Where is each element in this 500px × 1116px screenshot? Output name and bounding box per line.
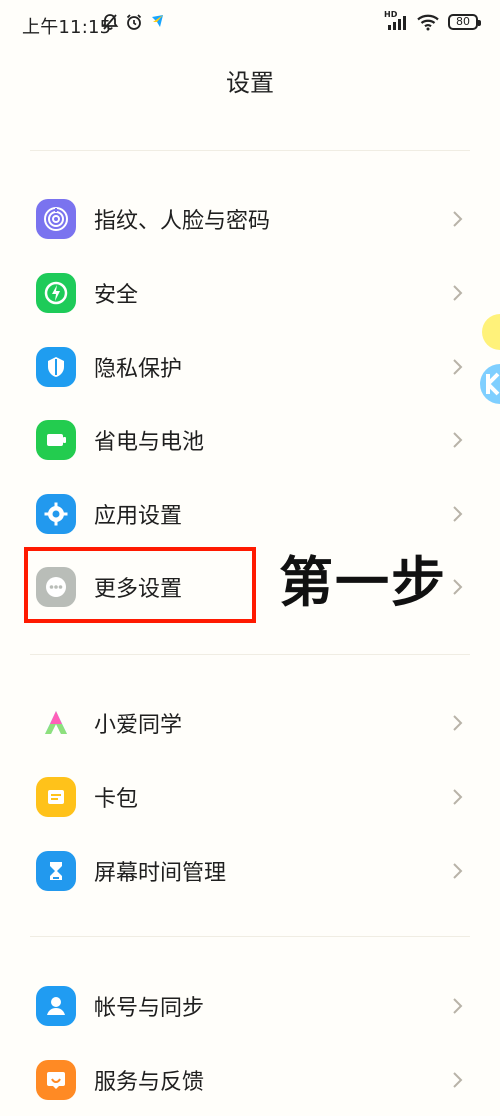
section-divider: [30, 654, 470, 655]
wifi-icon: [417, 14, 439, 31]
chevron-right-icon: [453, 285, 463, 301]
settings-item-account-sync[interactable]: 帐号与同步: [0, 970, 500, 1042]
chevron-right-icon: [453, 863, 463, 879]
status-bar: 上午11:15 HD 80: [0, 0, 500, 50]
card-wallet-icon: [36, 777, 76, 817]
chevron-right-icon: [453, 998, 463, 1014]
app-notification-icon: [152, 15, 163, 27]
chevron-right-icon: [453, 715, 463, 731]
settings-item-service-feedback[interactable]: 服务与反馈: [0, 1044, 500, 1116]
floating-side-widget[interactable]: [480, 312, 500, 408]
settings-item-card-wallet[interactable]: 卡包: [0, 761, 500, 833]
page-title: 设置: [226, 69, 274, 97]
settings-item-xiaoai[interactable]: 小爱同学: [0, 687, 500, 759]
settings-item-label: 应用设置: [94, 504, 183, 529]
chevron-right-icon: [453, 579, 463, 595]
alarm-clock-icon: [126, 14, 142, 30]
settings-item-privacy[interactable]: 隐私保护: [0, 331, 500, 403]
step-annotation-text: 第一步: [279, 551, 447, 614]
app-settings-gear-icon: [36, 494, 76, 534]
chevron-right-icon: [453, 1072, 463, 1088]
privacy-icon: [36, 347, 76, 387]
battery-indicator: 80: [448, 14, 481, 30]
status-left-icons: [101, 13, 167, 31]
chevron-right-icon: [453, 432, 463, 448]
chevron-right-icon: [453, 359, 463, 375]
chevron-right-icon: [453, 506, 463, 522]
signal-strength-icon: HD: [384, 10, 408, 31]
settings-item-label: 卡包: [94, 787, 139, 812]
section-divider: [30, 150, 470, 151]
hourglass-screen-time-icon: [36, 851, 76, 891]
feedback-icon: [36, 1060, 76, 1100]
settings-item-label: 帐号与同步: [94, 996, 205, 1021]
chevron-right-icon: [453, 211, 463, 227]
settings-item-label: 省电与电池: [94, 430, 205, 455]
account-user-icon: [36, 986, 76, 1026]
section-divider: [30, 936, 470, 937]
settings-item-battery[interactable]: 省电与电池: [0, 404, 500, 476]
settings-item-label: 隐私保护: [94, 357, 183, 382]
silent-bell-icon: [101, 14, 119, 30]
settings-item-label: 小爱同学: [94, 713, 183, 738]
step-highlight-box: [24, 547, 256, 623]
battery-saver-icon: [36, 420, 76, 460]
settings-item-fingerprint-face-password[interactable]: 指纹、人脸与密码: [0, 183, 500, 255]
chevron-right-icon: [453, 789, 463, 805]
fingerprint-icon: [36, 199, 76, 239]
xiaoai-assistant-icon: [36, 703, 76, 743]
settings-item-security[interactable]: 安全: [0, 257, 500, 329]
status-time: 上午11:15: [22, 17, 112, 38]
status-right-icons: HD 80: [384, 10, 481, 31]
settings-item-label: 安全: [94, 283, 139, 308]
settings-item-label: 指纹、人脸与密码: [94, 209, 271, 234]
security-shield-icon: [36, 273, 76, 313]
settings-item-label: 屏幕时间管理: [94, 861, 227, 886]
settings-item-screen-time[interactable]: 屏幕时间管理: [0, 835, 500, 907]
settings-item-label: 服务与反馈: [94, 1070, 205, 1095]
